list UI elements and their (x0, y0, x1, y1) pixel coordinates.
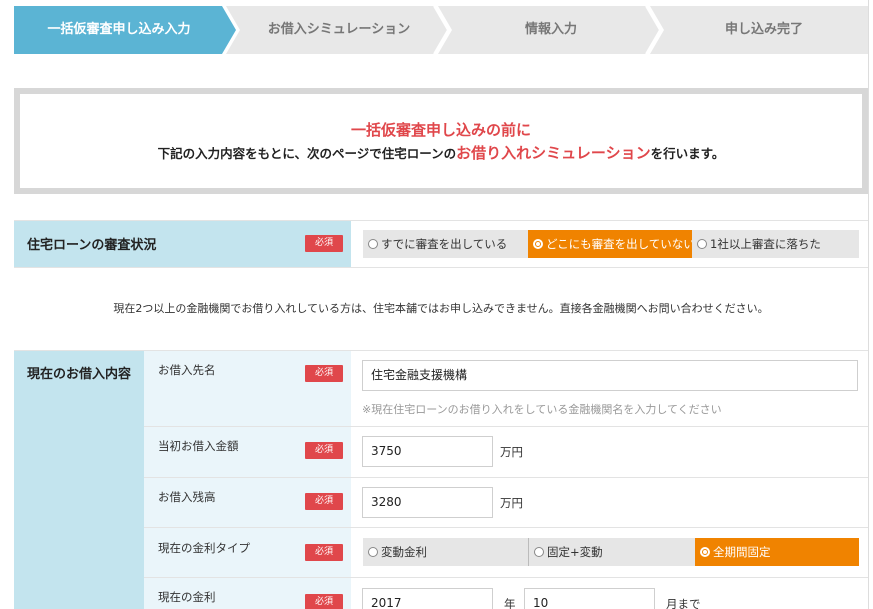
rate-month-unit: 月まで (666, 597, 701, 609)
loan-status-option-rejected[interactable]: 1社以上審査に落ちた (692, 230, 859, 258)
rate-type-option-full-fixed[interactable]: 全期間固定 (695, 538, 859, 566)
intro-description: 下記の入力内容をもとに、次のページで住宅ローンのお借り入れシミュレーションを行い… (20, 142, 862, 165)
intro-text-before: 下記の入力内容をもとに、次のページで住宅ローンの (157, 146, 457, 161)
loan-status-label: 住宅ローンの審査状況 (27, 238, 157, 253)
option-label: 1社以上審査に落ちた (710, 237, 821, 251)
current-loan-label-cell: 現在のお借入内容 (14, 351, 144, 609)
balance-input[interactable]: 3280 (362, 487, 493, 518)
radio-selected-icon (700, 547, 710, 557)
required-badge: 必須 (305, 544, 343, 561)
option-label: 固定+変動 (547, 545, 603, 559)
notice-text: 現在2つ以上の金融機関でお借り入れしている方は、住宅本舗ではお申し込みできません… (113, 302, 769, 315)
page: 一括仮審査申し込み入力 お借入シミュレーション 情報入力 申し込み完了 一括仮審… (0, 0, 873, 609)
option-label: どこにも審査を出していない (546, 237, 695, 251)
radio-icon (534, 547, 544, 557)
initial-amount-unit: 万円 (500, 445, 523, 459)
loan-status-row: 住宅ローンの審査状況 必須 すでに審査を出している どこにも審査を出していない … (14, 220, 868, 268)
loan-status-radio-group: すでに審査を出している どこにも審査を出していない 1社以上審査に落ちた (363, 230, 859, 258)
required-badge: 必須 (305, 365, 343, 382)
intro-highlight: お借り入れシミュレーション (456, 144, 651, 162)
page-right-border (868, 0, 869, 609)
balance-row: お借入残高 必須 3280 万円 (144, 478, 868, 528)
intro-box: 一括仮審査申し込みの前に 下記の入力内容をもとに、次のページで住宅ローンのお借り… (14, 88, 868, 194)
balance-unit: 万円 (500, 496, 523, 510)
required-badge: 必須 (305, 235, 343, 252)
initial-amount-input[interactable]: 3750 (362, 436, 493, 467)
radio-icon (368, 547, 378, 557)
lender-row: お借入先名 必須 住宅金融支援機構 ※現在住宅ローンのお借り入れをしている金融機… (144, 351, 868, 427)
option-label: 全期間固定 (713, 545, 771, 559)
rate-type-label: 現在の金利タイプ (158, 541, 250, 555)
initial-amount-row: 当初お借入金額 必須 3750 万円 (144, 427, 868, 478)
lender-label: お借入先名 (158, 363, 216, 377)
step-2-label: お借入シミュレーション (267, 22, 411, 37)
option-label: 変動金利 (381, 545, 427, 559)
intro-title: 一括仮審査申し込みの前に (350, 121, 531, 139)
initial-amount-label: 当初お借入金額 (158, 439, 239, 453)
step-1-label: 一括仮審査申し込み入力 (47, 22, 191, 37)
current-loan-section: 現在のお借入内容 お借入先名 必須 住宅金融支援機構 ※現在住宅ローンのお借り入… (14, 350, 868, 609)
progress-stepper: 一括仮審査申し込み入力 お借入シミュレーション 情報入力 申し込み完了 (14, 6, 868, 54)
step-3-label: 情報入力 (524, 22, 577, 37)
step-4-label: 申し込み完了 (724, 22, 803, 37)
radio-icon (697, 239, 707, 249)
radio-selected-icon (533, 239, 543, 249)
intro-text-after: を行います。 (650, 146, 725, 161)
intro-inner: 一括仮審査申し込みの前に 下記の入力内容をもとに、次のページで住宅ローンのお借り… (20, 94, 862, 188)
required-badge: 必須 (305, 594, 343, 609)
lender-input[interactable]: 住宅金融支援機構 (362, 360, 858, 391)
required-badge: 必須 (305, 442, 343, 459)
option-label: すでに審査を出している (381, 237, 508, 251)
rate-year-input[interactable]: 2017 (362, 588, 493, 609)
loan-status-option-not-submitted[interactable]: どこにも審査を出していない (528, 230, 695, 258)
current-loan-label: 現在のお借入内容 (27, 367, 132, 382)
loan-status-option-submitted[interactable]: すでに審査を出している (363, 230, 528, 258)
rate-year-unit: 年 (504, 597, 516, 609)
rate-type-row: 現在の金利タイプ 必須 変動金利 固定+変動 全期間固定 (144, 528, 868, 578)
required-badge: 必須 (305, 493, 343, 510)
current-rate-label: 現在の金利 (158, 590, 216, 604)
rate-month-input[interactable]: 10 (524, 588, 655, 609)
radio-icon (368, 239, 378, 249)
loan-status-label-cell: 住宅ローンの審査状況 必須 (14, 221, 351, 267)
rate-type-option-fixed-variable[interactable]: 固定+変動 (529, 538, 695, 566)
lender-hint: ※現在住宅ローンのお借り入れをしている金融機関名を入力してください (362, 403, 722, 416)
balance-label: お借入残高 (158, 490, 216, 504)
rate-type-radio-group: 変動金利 固定+変動 全期間固定 (363, 538, 859, 566)
rate-type-option-variable[interactable]: 変動金利 (363, 538, 528, 566)
current-rate-row: 現在の金利 必須 2017 年 10 月まで (144, 578, 868, 609)
